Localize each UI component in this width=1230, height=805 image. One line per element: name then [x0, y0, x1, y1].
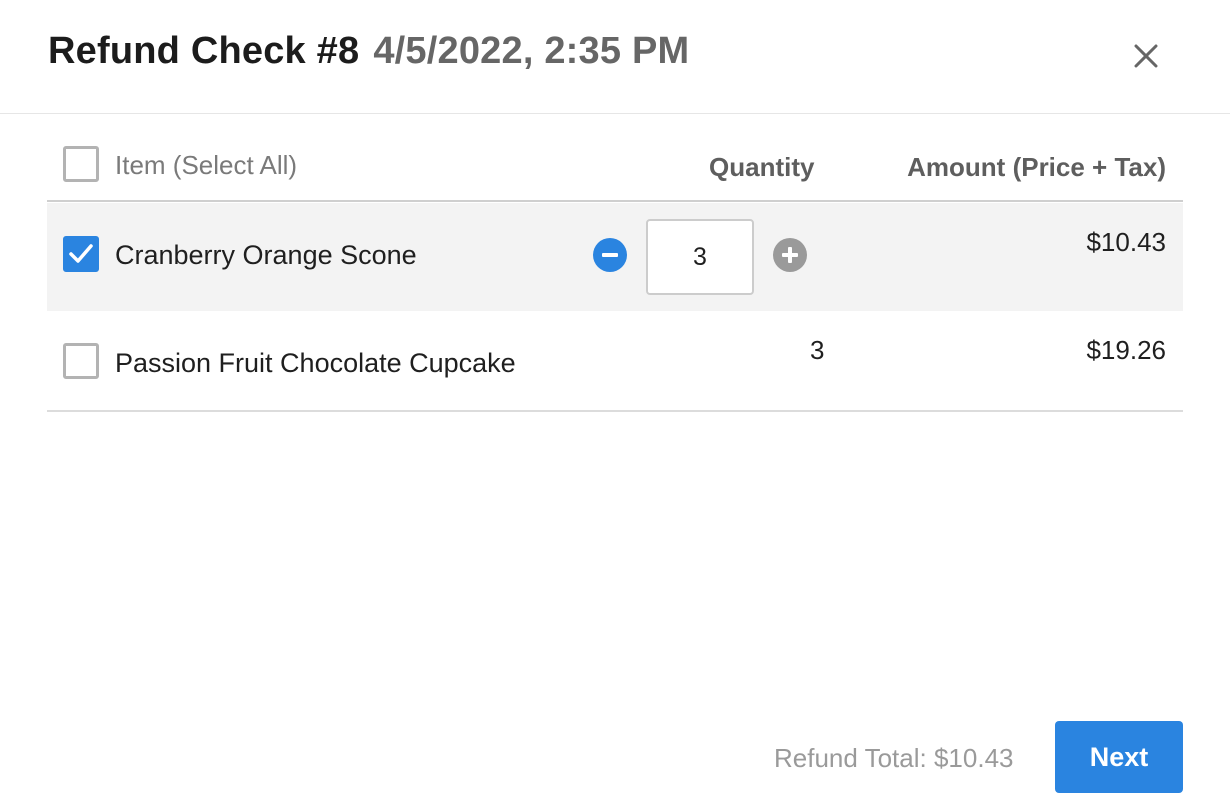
select-all-checkbox[interactable] — [63, 146, 99, 182]
table-row[interactable]: Passion Fruit Chocolate Cupcake 3 $19.26 — [47, 311, 1183, 412]
refund-total: Refund Total: $10.43 — [774, 743, 1014, 773]
table-header: Item (Select All) Quantity Amount (Price… — [47, 126, 1183, 202]
checkmark-icon — [69, 244, 93, 263]
row-checkbox[interactable] — [63, 343, 99, 379]
table-row[interactable]: Cranberry Orange Scone $10.43 — [47, 203, 1183, 311]
dialog-header: Refund Check #8 4/5/2022, 2:35 PM — [0, 0, 1230, 114]
check-date: 4/5/2022, 2:35 PM — [373, 30, 690, 72]
item-amount: $10.43 — [1086, 227, 1166, 257]
refund-dialog: Refund Check #8 4/5/2022, 2:35 PM Item (S… — [0, 0, 1230, 805]
item-name: Passion Fruit Chocolate Cupcake — [115, 348, 516, 378]
column-header-quantity: Quantity — [709, 152, 815, 182]
decrement-quantity-button[interactable] — [593, 238, 627, 272]
item-name: Cranberry Orange Scone — [115, 240, 417, 270]
row-checkbox[interactable] — [63, 236, 99, 272]
next-button[interactable]: Next — [1055, 721, 1183, 793]
dialog-title: Refund Check #8 4/5/2022, 2:35 PM — [48, 30, 689, 73]
column-header-amount: Amount (Price + Tax) — [907, 152, 1166, 182]
quantity-stepper-input[interactable] — [646, 219, 754, 295]
column-header-item[interactable]: Item (Select All) — [115, 150, 297, 181]
close-icon[interactable] — [1126, 36, 1166, 76]
item-amount: $19.26 — [1086, 335, 1166, 365]
item-quantity: 3 — [810, 335, 825, 365]
increment-quantity-button[interactable] — [773, 238, 807, 272]
check-title: Refund Check #8 — [48, 30, 360, 72]
